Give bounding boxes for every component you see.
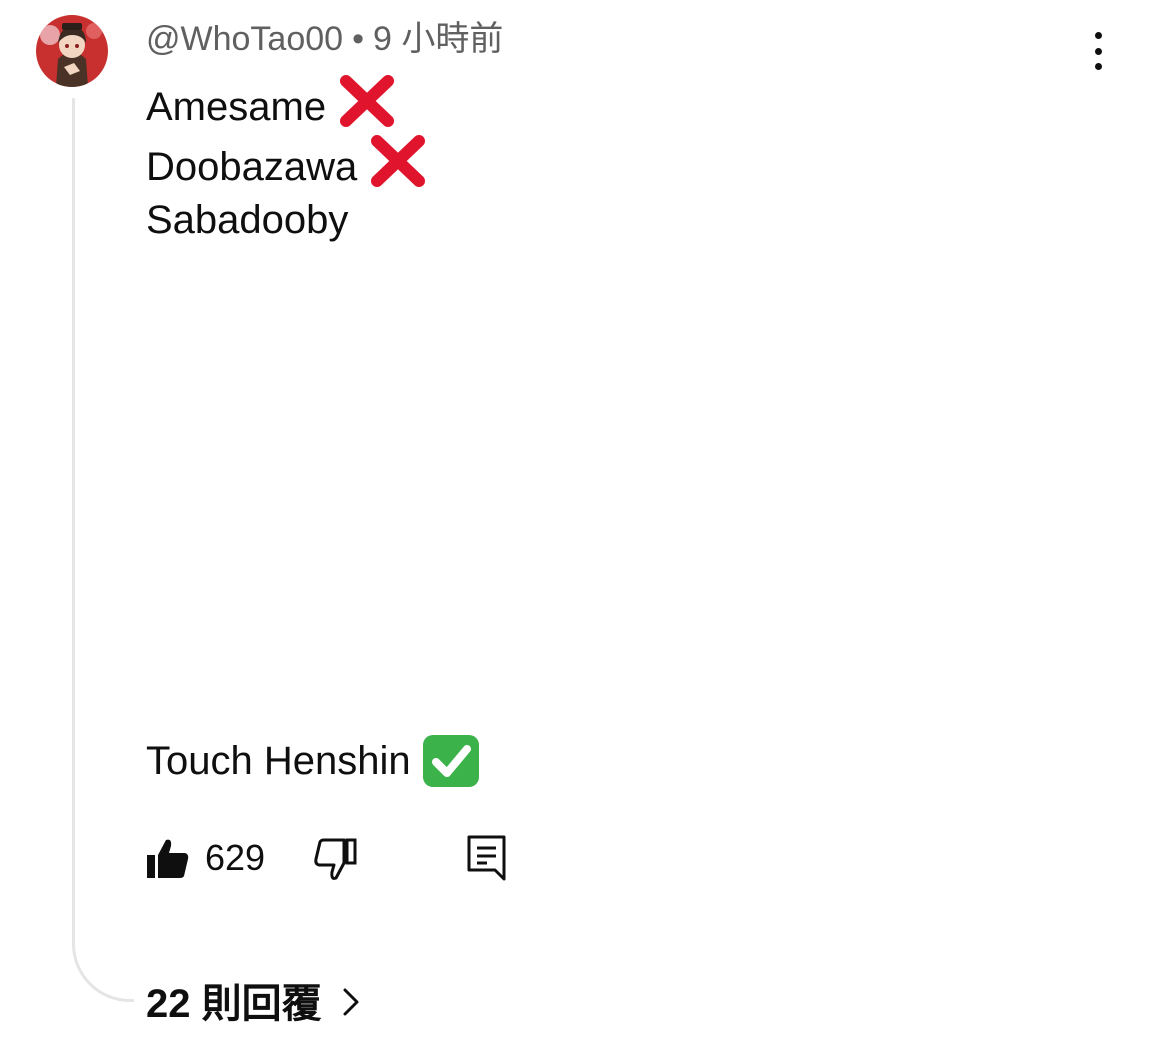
thumbs-down-icon [314, 838, 357, 880]
comment-line-text: Amesame [146, 84, 327, 129]
thumbs-up-icon [147, 839, 189, 878]
more-options-button[interactable] [1080, 28, 1116, 74]
chevron-right-icon [342, 980, 360, 1028]
comment-line-text: Doobazawa [146, 144, 358, 189]
comment-line-text: Touch Henshin [146, 739, 411, 783]
avatar-image [36, 15, 108, 87]
comment-time: 9 小時前 [372, 20, 504, 58]
cross-mark-icon [371, 135, 426, 198]
view-replies-button[interactable]: 22 則回覆 [146, 980, 360, 1028]
comment-line: Amesame [146, 75, 395, 138]
avatar[interactable] [36, 15, 108, 87]
meta-separator: • [352, 20, 364, 58]
replies-count-label: 22 則回覆 [146, 982, 322, 1026]
vertical-ellipsis-icon [1094, 32, 1102, 39]
comment-meta: @WhoTao00 • 9 小時前 [146, 19, 503, 59]
dislike-button[interactable] [314, 838, 358, 882]
check-mark-icon [422, 735, 479, 787]
comment-line: Sabadooby [146, 196, 348, 244]
cross-mark-icon [340, 75, 395, 138]
comment-line-text: Sabadooby [146, 198, 349, 242]
comment-line: Touch Henshin [146, 735, 479, 787]
reply-button[interactable] [466, 834, 508, 882]
comment-reply-icon [467, 835, 506, 881]
comment-line: Doobazawa [146, 135, 426, 198]
reply-thread-line [72, 98, 134, 1002]
like-count: 629 [205, 837, 266, 878]
like-button[interactable] [146, 836, 190, 880]
author-handle[interactable]: @WhoTao00 [146, 20, 343, 58]
